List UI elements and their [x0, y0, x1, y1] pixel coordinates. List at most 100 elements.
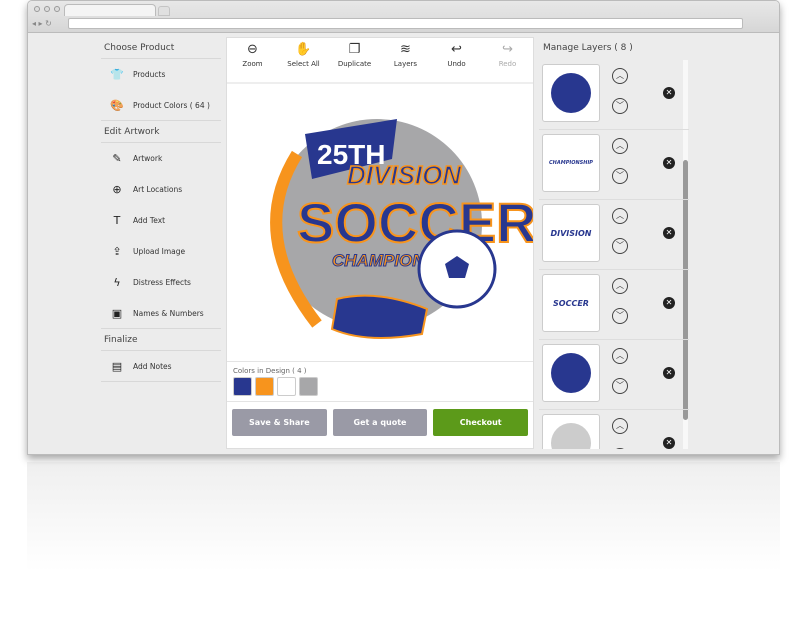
- artwork-division: DIVISION: [347, 160, 462, 190]
- save-share-button[interactable]: Save & Share: [232, 409, 327, 436]
- tool-redo[interactable]: ↪ Redo: [482, 38, 533, 82]
- layer-row[interactable]: ︿ ﹀ ✕: [539, 340, 689, 410]
- delete-layer-icon[interactable]: ✕: [663, 437, 675, 449]
- color-swatch[interactable]: [299, 377, 318, 396]
- section-title: Edit Artwork: [101, 121, 221, 143]
- layer-thumb-text: SOCCER: [553, 298, 589, 308]
- layer-row[interactable]: SOCCER ︿ ﹀ ✕: [539, 270, 689, 340]
- layer-row[interactable]: DIVISION ︿ ﹀ ✕: [539, 200, 689, 270]
- tool-select-all[interactable]: ✋ Select All: [278, 38, 329, 82]
- sidebar-item-label: Upload Image: [133, 247, 186, 256]
- layer-thumbnail[interactable]: [542, 344, 600, 402]
- tool-label: Zoom: [242, 60, 263, 68]
- delete-layer-icon[interactable]: ✕: [663, 87, 675, 99]
- layer-row[interactable]: CHAMPIONSHIP ︿ ﹀ ✕: [539, 130, 689, 200]
- colors-in-design: Colors in Design ( 4 ): [227, 362, 533, 402]
- layers-icon: ≋: [400, 42, 411, 57]
- delete-layer-icon[interactable]: ✕: [663, 157, 675, 169]
- artwork-soccer: SOCCER: [297, 191, 533, 254]
- duplicate-icon: ❐: [348, 42, 361, 57]
- tool-layers[interactable]: ≋ Layers: [380, 38, 431, 82]
- layer-thumb-text: CHAMPIONSHIP: [549, 160, 593, 166]
- color-swatch[interactable]: [255, 377, 274, 396]
- sidebar-item[interactable]: ⇪ Upload Image: [101, 236, 221, 267]
- sidebar-item-label: Distress Effects: [133, 278, 191, 287]
- sidebar-item-label: Add Text: [133, 216, 166, 225]
- tool-duplicate[interactable]: ❐ Duplicate: [329, 38, 380, 82]
- move-layer-up-icon[interactable]: ︿: [612, 138, 628, 154]
- lightning-icon: ϟ: [113, 276, 121, 289]
- close-window-button[interactable]: [34, 6, 40, 12]
- notes-icon: ▤: [111, 359, 123, 373]
- new-tab-button[interactable]: [158, 6, 170, 16]
- tool-label: Duplicate: [337, 60, 372, 68]
- artwork-area[interactable]: 25TH DIVISION SOCCER CHAMPIONSHIP: [227, 84, 538, 362]
- hand-icon: ✋: [295, 42, 312, 57]
- layer-thumbnail[interactable]: SOCCER: [542, 274, 600, 332]
- layer-thumb-text: DIVISION: [550, 228, 592, 238]
- browser-tab[interactable]: [64, 4, 156, 16]
- checkout-button[interactable]: Checkout: [433, 409, 529, 436]
- browser-chrome: ◂ ▸ ↻: [28, 1, 779, 33]
- reflection: [27, 462, 780, 619]
- move-layer-down-icon[interactable]: ﹀: [612, 378, 628, 394]
- sidebar-item[interactable]: 🎨 Product Colors ( 64 ): [101, 90, 221, 121]
- delete-layer-icon[interactable]: ✕: [663, 367, 675, 379]
- tool-zoom[interactable]: ⊖ Zoom: [227, 38, 278, 82]
- move-layer-down-icon[interactable]: ﹀: [612, 98, 628, 114]
- sidebar-item[interactable]: ⊕ Art Locations: [101, 174, 221, 205]
- move-layer-down-icon[interactable]: ﹀: [612, 238, 628, 254]
- upload-icon: ⇪: [112, 245, 122, 258]
- sidebar-item[interactable]: ▤ Add Notes: [101, 351, 221, 382]
- delete-layer-icon[interactable]: ✕: [663, 297, 675, 309]
- move-layer-down-icon[interactable]: ﹀: [612, 308, 628, 324]
- sidebar-item[interactable]: ▣ Names & Numbers: [101, 298, 221, 329]
- layer-thumbnail[interactable]: [542, 414, 600, 449]
- move-layer-up-icon[interactable]: ︿: [612, 68, 628, 84]
- nav-buttons[interactable]: ◂ ▸ ↻: [32, 19, 52, 28]
- soccer-artwork[interactable]: 25TH DIVISION SOCCER CHAMPIONSHIP: [227, 84, 538, 362]
- sidebar-item-label: Product Colors ( 64 ): [133, 100, 210, 110]
- get-quote-button[interactable]: Get a quote: [332, 409, 428, 436]
- move-layer-up-icon[interactable]: ︿: [612, 278, 628, 294]
- move-layer-up-icon[interactable]: ︿: [612, 348, 628, 364]
- tool-label: Redo: [498, 60, 517, 68]
- redo-icon: ↪: [502, 42, 513, 57]
- maximize-window-button[interactable]: [54, 6, 60, 12]
- crosshair-icon: ⊕: [112, 183, 122, 196]
- layer-thumbnail[interactable]: CHAMPIONSHIP: [542, 134, 600, 192]
- sidebar-item-label: Names & Numbers: [133, 308, 204, 318]
- move-layer-up-icon[interactable]: ︿: [612, 208, 628, 224]
- move-layer-up-icon[interactable]: ︿: [612, 418, 628, 434]
- tool-label: Layers: [393, 60, 418, 68]
- layer-row[interactable]: ︿ ﹀ ✕: [539, 60, 689, 130]
- section-title: Choose Product: [101, 37, 221, 59]
- sidebar-item[interactable]: T Add Text: [101, 205, 221, 236]
- tool-label: Undo: [447, 60, 466, 68]
- undo-icon: ↩: [451, 42, 462, 57]
- sidebar-item[interactable]: ✎ Artwork: [101, 143, 221, 174]
- sidebar-item-label: Artwork: [133, 154, 163, 163]
- sidebar-item[interactable]: 👕 Products: [101, 59, 221, 90]
- color-swatch[interactable]: [277, 377, 296, 396]
- sidebar-item[interactable]: ϟ Distress Effects: [101, 267, 221, 298]
- move-layer-down-icon[interactable]: ﹀: [612, 168, 628, 184]
- address-bar[interactable]: [68, 18, 743, 29]
- tool-undo[interactable]: ↩ Undo: [431, 38, 482, 82]
- layer-thumbnail[interactable]: DIVISION: [542, 204, 600, 262]
- move-layer-down-icon[interactable]: ﹀: [612, 448, 628, 449]
- manage-layers-title: Manage Layers ( 8 ): [543, 43, 633, 53]
- manage-layers-panel: Manage Layers ( 8 ) ︿ ﹀ ✕ CHAMPIONSHIP ︿ ﹀ ✕ DI…: [539, 37, 689, 449]
- color-swatch[interactable]: [233, 377, 252, 396]
- design-canvas: ⊖ Zoom ✋ Select All ❐ Duplicate ≋ Layers ↩ Undo ↪ R…: [226, 37, 538, 449]
- sidebar-item-label: Art Locations: [133, 185, 183, 194]
- brush-icon: ✎: [112, 152, 122, 165]
- layer-thumbnail[interactable]: [542, 64, 600, 122]
- text-icon: T: [113, 214, 121, 227]
- delete-layer-icon[interactable]: ✕: [663, 227, 675, 239]
- layer-row[interactable]: ︿ ﹀ ✕: [539, 410, 689, 449]
- sidebar-item-label: Add Notes: [133, 361, 172, 371]
- minimize-window-button[interactable]: [44, 6, 50, 12]
- tool-label: Select All: [287, 60, 320, 68]
- toolbar: ⊖ Zoom ✋ Select All ❐ Duplicate ≋ Layers ↩ Undo ↪ R…: [227, 38, 533, 84]
